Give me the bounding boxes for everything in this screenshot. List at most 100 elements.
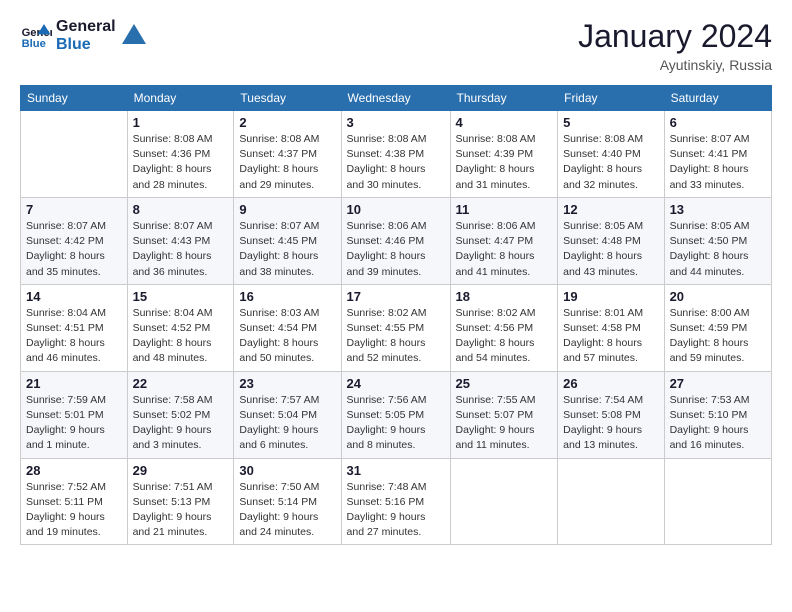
calendar-week-row: 28Sunrise: 7:52 AMSunset: 5:11 PMDayligh… (21, 458, 772, 545)
table-row: 30 Sunrise: 7:50 AMSunset: 5:14 PMDayligh… (234, 458, 341, 545)
day-info: Sunrise: 7:50 AMSunset: 5:14 PMDaylight:… (239, 480, 335, 541)
day-info: Sunrise: 8:05 AMSunset: 4:48 PMDaylight:… (563, 219, 658, 280)
day-number: 1 (133, 115, 229, 130)
day-number: 18 (456, 289, 553, 304)
day-number: 27 (670, 376, 766, 391)
day-number: 26 (563, 376, 658, 391)
day-info: Sunrise: 7:59 AMSunset: 5:01 PMDaylight:… (26, 393, 122, 454)
calendar-week-row: 7Sunrise: 8:07 AMSunset: 4:42 PMDaylight… (21, 197, 772, 284)
logo: General Blue General Blue (20, 18, 148, 55)
table-row: 26 Sunrise: 7:54 AMSunset: 5:08 PMDayligh… (558, 371, 664, 458)
logo-text-blue: Blue (56, 36, 116, 54)
day-info: Sunrise: 8:02 AMSunset: 4:56 PMDaylight:… (456, 306, 553, 367)
day-info: Sunrise: 8:08 AMSunset: 4:36 PMDaylight:… (133, 132, 229, 193)
table-row: 5 Sunrise: 8:08 AMSunset: 4:40 PMDaylight… (558, 111, 664, 198)
day-number: 22 (133, 376, 229, 391)
col-monday: Monday (127, 86, 234, 111)
table-row: 13Sunrise: 8:05 AMSunset: 4:50 PMDayligh… (664, 197, 771, 284)
day-info: Sunrise: 8:07 AMSunset: 4:42 PMDaylight:… (26, 219, 122, 280)
table-row: 23 Sunrise: 7:57 AMSunset: 5:04 PMDayligh… (234, 371, 341, 458)
col-thursday: Thursday (450, 86, 558, 111)
table-row: 21 Sunrise: 7:59 AMSunset: 5:01 PMDayligh… (21, 371, 128, 458)
day-info: Sunrise: 8:04 AMSunset: 4:52 PMDaylight:… (133, 306, 229, 367)
table-row: 8Sunrise: 8:07 AMSunset: 4:43 PMDaylight… (127, 197, 234, 284)
day-number: 25 (456, 376, 553, 391)
col-saturday: Saturday (664, 86, 771, 111)
col-wednesday: Wednesday (341, 86, 450, 111)
day-number: 31 (347, 463, 445, 478)
logo-text-general: General (56, 18, 116, 36)
day-number: 4 (456, 115, 553, 130)
day-info: Sunrise: 8:08 AMSunset: 4:39 PMDaylight:… (456, 132, 553, 193)
day-info: Sunrise: 8:06 AMSunset: 4:47 PMDaylight:… (456, 219, 553, 280)
day-info: Sunrise: 7:58 AMSunset: 5:02 PMDaylight:… (133, 393, 229, 454)
table-row: 14 Sunrise: 8:04 AMSunset: 4:51 PMDayligh… (21, 284, 128, 371)
day-number: 19 (563, 289, 658, 304)
table-row: 31Sunrise: 7:48 AMSunset: 5:16 PMDayligh… (341, 458, 450, 545)
day-info: Sunrise: 8:08 AMSunset: 4:40 PMDaylight:… (563, 132, 658, 193)
day-number: 21 (26, 376, 122, 391)
day-number: 13 (670, 202, 766, 217)
calendar-week-row: 14 Sunrise: 8:04 AMSunset: 4:51 PMDayligh… (21, 284, 772, 371)
day-info: Sunrise: 7:57 AMSunset: 5:04 PMDaylight:… (239, 393, 335, 454)
day-info: Sunrise: 8:06 AMSunset: 4:46 PMDaylight:… (347, 219, 445, 280)
day-number: 20 (670, 289, 766, 304)
day-info: Sunrise: 7:51 AMSunset: 5:13 PMDaylight:… (133, 480, 229, 541)
day-number: 15 (133, 289, 229, 304)
day-info: Sunrise: 8:08 AMSunset: 4:37 PMDaylight:… (239, 132, 335, 193)
day-number: 28 (26, 463, 122, 478)
day-number: 24 (347, 376, 445, 391)
day-number: 8 (133, 202, 229, 217)
table-row: 25Sunrise: 7:55 AMSunset: 5:07 PMDayligh… (450, 371, 558, 458)
day-number: 3 (347, 115, 445, 130)
table-row: 17Sunrise: 8:02 AMSunset: 4:55 PMDayligh… (341, 284, 450, 371)
page: General Blue General Blue January 2024 A… (0, 0, 792, 612)
logo-icon: General Blue (20, 20, 52, 52)
calendar-table: Sunday Monday Tuesday Wednesday Thursday… (20, 85, 772, 545)
day-info: Sunrise: 8:04 AMSunset: 4:51 PMDaylight:… (26, 306, 122, 367)
table-row: 28Sunrise: 7:52 AMSunset: 5:11 PMDayligh… (21, 458, 128, 545)
day-info: Sunrise: 8:01 AMSunset: 4:58 PMDaylight:… (563, 306, 658, 367)
day-info: Sunrise: 8:08 AMSunset: 4:38 PMDaylight:… (347, 132, 445, 193)
day-number: 14 (26, 289, 122, 304)
table-row: 12 Sunrise: 8:05 AMSunset: 4:48 PMDayligh… (558, 197, 664, 284)
logo-triangle-icon (120, 22, 148, 50)
table-row: 27 Sunrise: 7:53 AMSunset: 5:10 PMDayligh… (664, 371, 771, 458)
day-info: Sunrise: 8:07 AMSunset: 4:41 PMDaylight:… (670, 132, 766, 193)
calendar-week-row: 21 Sunrise: 7:59 AMSunset: 5:01 PMDayligh… (21, 371, 772, 458)
calendar-week-row: 1 Sunrise: 8:08 AMSunset: 4:36 PMDaylight… (21, 111, 772, 198)
table-row: 2Sunrise: 8:08 AMSunset: 4:37 PMDaylight… (234, 111, 341, 198)
table-row: 20 Sunrise: 8:00 AMSunset: 4:59 PMDayligh… (664, 284, 771, 371)
table-row: 16 Sunrise: 8:03 AMSunset: 4:54 PMDayligh… (234, 284, 341, 371)
calendar-header-row: Sunday Monday Tuesday Wednesday Thursday… (21, 86, 772, 111)
table-row (21, 111, 128, 198)
table-row: 10 Sunrise: 8:06 AMSunset: 4:46 PMDayligh… (341, 197, 450, 284)
table-row: 9Sunrise: 8:07 AMSunset: 4:45 PMDaylight… (234, 197, 341, 284)
day-info: Sunrise: 7:53 AMSunset: 5:10 PMDaylight:… (670, 393, 766, 454)
svg-text:Blue: Blue (22, 39, 46, 51)
col-friday: Friday (558, 86, 664, 111)
location-subtitle: Ayutinskiy, Russia (578, 57, 772, 73)
day-info: Sunrise: 8:00 AMSunset: 4:59 PMDaylight:… (670, 306, 766, 367)
day-number: 6 (670, 115, 766, 130)
table-row: 3 Sunrise: 8:08 AMSunset: 4:38 PMDaylight… (341, 111, 450, 198)
day-number: 30 (239, 463, 335, 478)
day-info: Sunrise: 8:03 AMSunset: 4:54 PMDaylight:… (239, 306, 335, 367)
header: General Blue General Blue January 2024 A… (20, 18, 772, 73)
day-info: Sunrise: 7:54 AMSunset: 5:08 PMDaylight:… (563, 393, 658, 454)
month-year-title: January 2024 (578, 18, 772, 55)
day-number: 10 (347, 202, 445, 217)
table-row: 18 Sunrise: 8:02 AMSunset: 4:56 PMDayligh… (450, 284, 558, 371)
day-number: 11 (456, 202, 553, 217)
col-tuesday: Tuesday (234, 86, 341, 111)
day-number: 5 (563, 115, 658, 130)
table-row (664, 458, 771, 545)
day-info: Sunrise: 8:07 AMSunset: 4:45 PMDaylight:… (239, 219, 335, 280)
title-block: January 2024 Ayutinskiy, Russia (578, 18, 772, 73)
day-info: Sunrise: 8:02 AMSunset: 4:55 PMDaylight:… (347, 306, 445, 367)
day-number: 16 (239, 289, 335, 304)
table-row: 6 Sunrise: 8:07 AMSunset: 4:41 PMDaylight… (664, 111, 771, 198)
table-row: 24Sunrise: 7:56 AMSunset: 5:05 PMDayligh… (341, 371, 450, 458)
day-number: 12 (563, 202, 658, 217)
day-number: 23 (239, 376, 335, 391)
